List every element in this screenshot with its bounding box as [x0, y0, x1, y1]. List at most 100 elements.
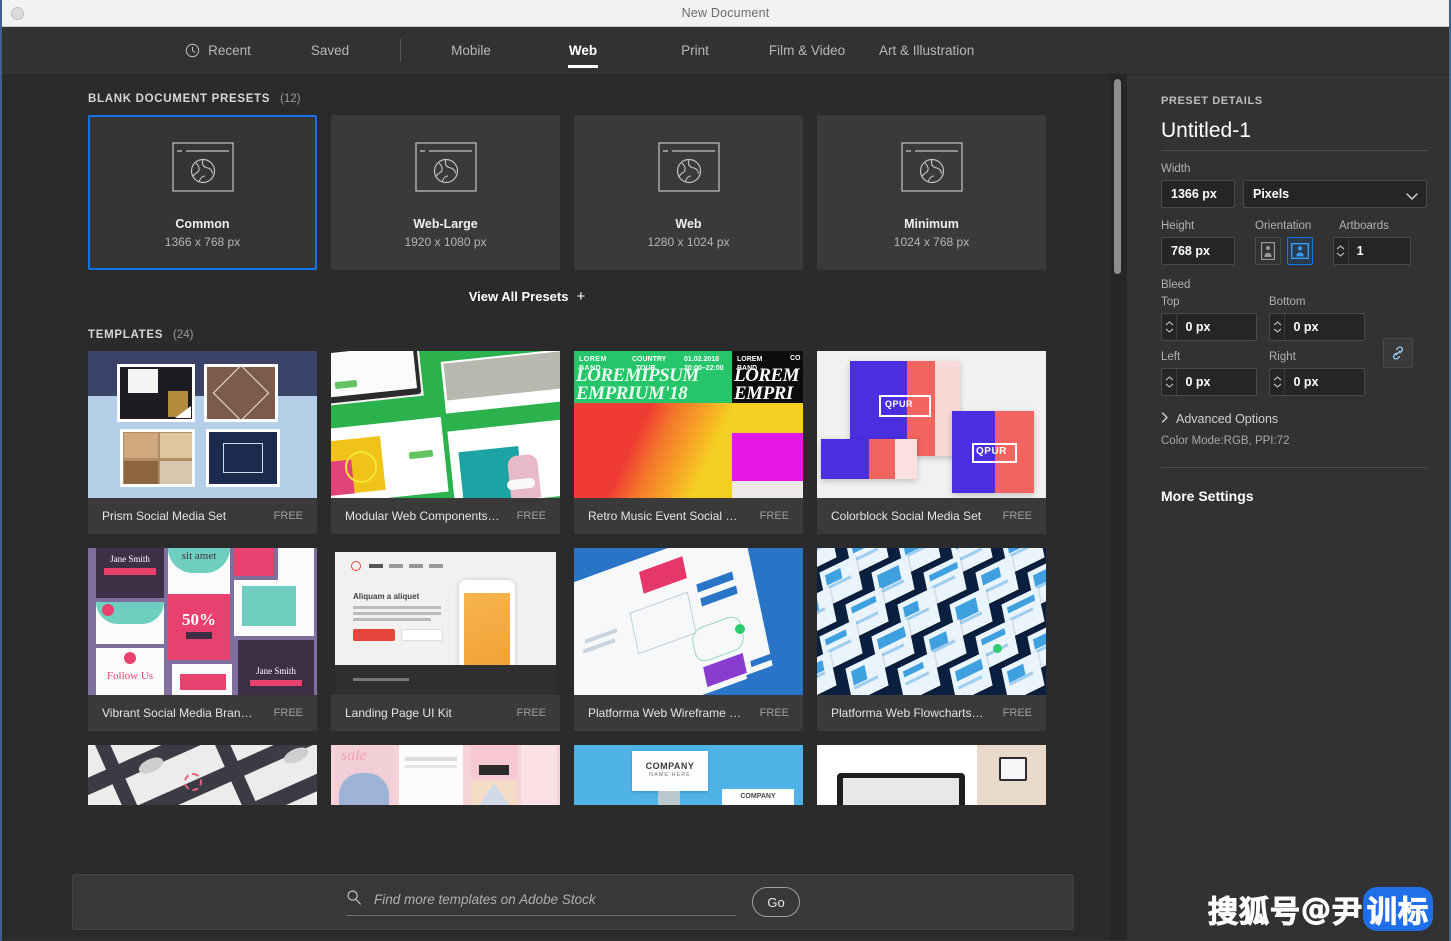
bleed-right-input[interactable] — [1285, 369, 1364, 395]
height-label: Height — [1161, 220, 1235, 232]
template-price: FREE — [760, 510, 789, 522]
template-card[interactable]: Modular Web Components Set FREE — [331, 351, 560, 534]
template-thumbnail: sale — [331, 745, 560, 805]
advanced-options-toggle[interactable]: Advanced Options — [1161, 412, 1425, 426]
title-bar: New Document — [2, 0, 1449, 27]
bleed-left-input[interactable] — [1177, 369, 1256, 395]
view-all-presets-button[interactable]: View All Presets + — [469, 288, 586, 305]
tab-art-illustration[interactable]: Art & Illustration — [863, 27, 990, 74]
window-control-button[interactable] — [11, 7, 24, 20]
bleed-left-stepper[interactable] — [1161, 368, 1257, 396]
blank-presets-count: (12) — [280, 93, 300, 105]
search-icon — [346, 889, 362, 910]
preset-card-common[interactable]: Common 1366 x 768 px — [88, 115, 317, 270]
tab-web[interactable]: Web — [527, 27, 639, 74]
web-globe-icon — [901, 142, 963, 197]
tab-label: Art & Illustration — [879, 43, 974, 58]
templates-heading-label: TEMPLATES — [88, 329, 163, 341]
preset-name: Web-Large — [413, 217, 477, 231]
template-card[interactable]: sale — [331, 745, 560, 805]
template-card[interactable]: Prism Social Media Set FREE — [88, 351, 317, 534]
category-tab-bar: Recent Saved Mobile Web Print Film & Vid… — [2, 27, 1449, 75]
blank-presets-heading: BLANK DOCUMENT PRESETS (12) — [2, 75, 1110, 115]
more-settings-button[interactable]: More Settings — [1161, 488, 1425, 504]
preset-card-minimum[interactable]: Minimum 1024 x 768 px — [817, 115, 1046, 270]
tab-divider — [400, 39, 401, 62]
preset-details-heading: PRESET DETAILS — [1161, 95, 1425, 107]
tab-label: Film & Video — [769, 43, 845, 58]
units-select[interactable]: Pixels — [1243, 180, 1427, 208]
template-card[interactable]: LOREMBAND COUNTRY TOUR 01.02.201820:00–2… — [574, 351, 803, 534]
artboards-input[interactable] — [1349, 238, 1410, 264]
bleed-top-input[interactable] — [1177, 314, 1256, 340]
template-footer: Modular Web Components Set FREE — [331, 498, 560, 534]
bleed-bottom-label: Bottom — [1269, 296, 1365, 308]
template-footer: Landing Page UI Kit FREE — [331, 695, 560, 731]
template-card[interactable]: Platforma Web Flowcharts Kit FREE — [817, 548, 1046, 731]
artboards-stepper[interactable] — [1333, 237, 1411, 265]
template-card[interactable]: Platforma Web Wireframe Kit FREE — [574, 548, 803, 731]
template-price: FREE — [517, 707, 546, 719]
height-input[interactable] — [1161, 237, 1235, 265]
chevron-right-icon — [1161, 412, 1169, 426]
stepper-arrows[interactable] — [1270, 369, 1285, 395]
panel-divider — [1161, 467, 1427, 468]
preset-card-web-large[interactable]: Web-Large 1920 x 1080 px — [331, 115, 560, 270]
bleed-right-stepper[interactable] — [1269, 368, 1365, 396]
width-input[interactable] — [1161, 180, 1235, 208]
portrait-icon[interactable] — [1255, 237, 1281, 265]
tab-film-video[interactable]: Film & Video — [751, 27, 863, 74]
template-price: FREE — [274, 707, 303, 719]
template-thumbnail — [574, 548, 803, 695]
search-input[interactable] — [374, 892, 736, 907]
template-price: FREE — [274, 510, 303, 522]
tab-recent[interactable]: Recent — [162, 27, 274, 74]
tab-label: Mobile — [451, 43, 491, 58]
preset-name: Minimum — [904, 217, 959, 231]
bleed-right-label: Right — [1269, 351, 1365, 363]
template-card[interactable] — [817, 745, 1046, 805]
height-orientation-artboards-row — [1161, 237, 1425, 265]
template-footer: Colorblock Social Media Set FREE — [817, 498, 1046, 534]
bleed-top-stepper[interactable] — [1161, 313, 1257, 341]
stepper-arrows[interactable] — [1270, 314, 1285, 340]
bleed-top-bottom-labels: Top Bottom — [1161, 296, 1425, 313]
new-document-dialog: New Document Recent Saved Mobile — [0, 0, 1451, 941]
units-select-wrapper[interactable]: Pixels — [1243, 180, 1427, 208]
template-price: FREE — [1003, 707, 1032, 719]
preset-dims: 1024 x 768 px — [894, 235, 969, 249]
template-price: FREE — [760, 707, 789, 719]
tab-mobile[interactable]: Mobile — [415, 27, 527, 74]
template-card[interactable] — [88, 745, 317, 805]
preset-dims: 1366 x 768 px — [165, 235, 240, 249]
landscape-icon[interactable] — [1287, 237, 1313, 265]
template-card[interactable]: Jane Smith sit amet — [88, 548, 317, 731]
preset-card-web[interactable]: Web 1280 x 1024 px — [574, 115, 803, 270]
bleed-bottom-input[interactable] — [1285, 314, 1364, 340]
template-thumbnail: Jane Smith sit amet — [88, 548, 317, 695]
chevron-down-icon — [1406, 189, 1418, 207]
vertical-scrollbar-track[interactable] — [1110, 75, 1126, 940]
search-field-wrapper[interactable] — [346, 889, 736, 916]
template-title: Modular Web Components Set — [345, 509, 500, 523]
orientation-buttons — [1255, 237, 1313, 265]
bleed-top-label: Top — [1161, 296, 1257, 308]
template-card[interactable]: Aliquam a aliquet — [331, 548, 560, 731]
stepper-arrows[interactable] — [1162, 369, 1177, 395]
stepper-arrows[interactable] — [1162, 314, 1177, 340]
document-name-input[interactable] — [1161, 119, 1427, 151]
tab-saved[interactable]: Saved — [274, 27, 386, 74]
search-go-button[interactable]: Go — [752, 887, 800, 917]
stepper-arrows[interactable] — [1334, 238, 1349, 264]
bleed-bottom-stepper[interactable] — [1269, 313, 1365, 341]
vertical-scrollbar-thumb[interactable] — [1114, 79, 1121, 274]
template-thumbnail — [817, 745, 1046, 805]
template-thumbnail: Aliquam a aliquet — [331, 548, 560, 695]
template-card[interactable]: QPUR QPUR Colorblock Social — [817, 351, 1046, 534]
tab-print[interactable]: Print — [639, 27, 751, 74]
template-card[interactable]: COMPANY NAME HERE COMPANY — [574, 745, 803, 805]
link-icon[interactable] — [1383, 338, 1413, 368]
view-all-presets-row: View All Presets + — [2, 270, 1052, 311]
plus-icon: + — [576, 288, 585, 305]
web-globe-icon — [172, 142, 234, 197]
